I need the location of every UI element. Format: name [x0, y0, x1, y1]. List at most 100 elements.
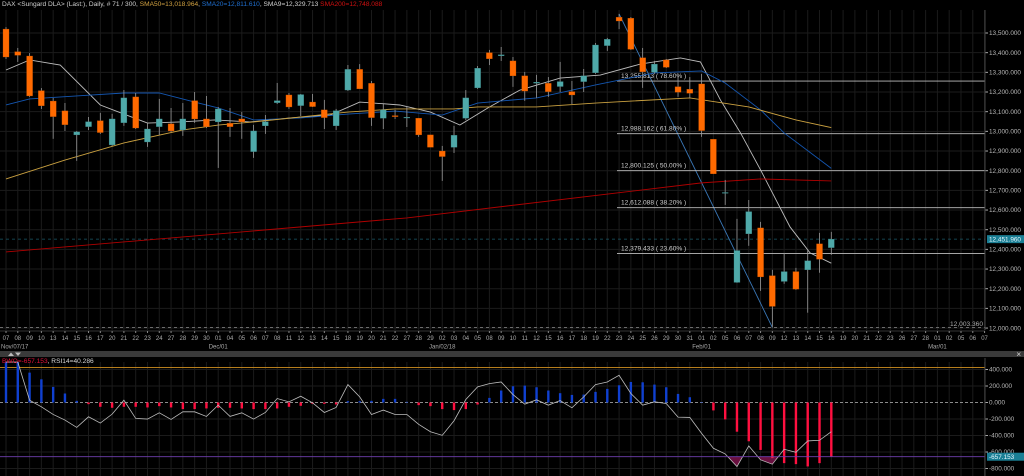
date-tick-label: 20 — [852, 336, 859, 342]
date-tick-label: 02 — [946, 336, 953, 342]
bwo-bar — [205, 402, 208, 409]
date-tick-label: 12 — [781, 336, 788, 342]
indicator-tick-label: -800.000 — [989, 466, 1015, 473]
bwo-bar — [228, 402, 232, 408]
bwo-bar — [794, 402, 798, 465]
candle-up — [651, 63, 658, 73]
date-tick-label: 07 — [3, 336, 10, 342]
bwo-bar — [523, 385, 526, 403]
indicator-axis[interactable]: 400.000200.0000.000-200.000-400.000-600.… — [984, 358, 1024, 476]
candle-up — [108, 118, 116, 146]
bwo-bar — [665, 387, 668, 403]
fibonacci-retracement[interactable]: 13,255.813 ( 78.60% ) 12,988.162 ( 61.80%… — [617, 13, 985, 328]
date-tick-label: 17 — [97, 336, 104, 342]
date-tick-label: 04 — [227, 336, 234, 342]
bwo-bar — [405, 401, 409, 403]
date-tick-label: 30 — [203, 336, 210, 342]
bwo-bar — [275, 402, 279, 409]
bwo-bar — [441, 402, 444, 410]
date-tick-label: 09 — [769, 336, 776, 342]
date-tick-label: 07 — [262, 336, 269, 342]
date-tick-label: 02 — [439, 336, 446, 342]
bwo-bar — [641, 382, 644, 403]
candle-down — [757, 227, 764, 278]
sma50-legend: SMA50=13,018.964 — [139, 1, 199, 8]
bwo-bar — [782, 402, 786, 464]
price-tick-label: 13,400.000 — [989, 50, 1021, 57]
date-tick-label: 06 — [250, 336, 257, 342]
date-tick-label: 22 — [132, 336, 139, 342]
bwo-bar — [193, 402, 196, 410]
pane-splitter[interactable] — [0, 351, 1024, 357]
candle-down — [627, 18, 635, 50]
bwo-bar — [370, 400, 373, 403]
candle-up — [533, 82, 540, 84]
date-tick-label: 19 — [356, 336, 363, 342]
date-tick-label: 23 — [144, 336, 151, 342]
candle-up — [144, 128, 151, 143]
candle-down — [486, 52, 493, 59]
candle-down — [203, 118, 210, 127]
date-tick-label: 28 — [922, 336, 929, 342]
candle-down — [427, 134, 434, 148]
date-tick-label: 22 — [875, 336, 882, 342]
candle-down — [191, 100, 198, 120]
bwo-bar — [146, 402, 149, 408]
candle-down — [415, 118, 422, 136]
candle-up — [262, 121, 269, 126]
sma200-legend: SMA200=12,748.088 — [320, 1, 383, 8]
month-label: Jan/02/18 — [429, 345, 456, 351]
date-tick-label: 27 — [404, 336, 411, 342]
chart-canvas[interactable]: 13,255.813 ( 78.60% ) 12,988.162 ( 61.80%… — [0, 0, 1024, 476]
price-tick-label: 12,900.000 — [989, 148, 1021, 155]
candle-up — [733, 250, 741, 283]
date-tick-label: 18 — [580, 336, 587, 342]
bwo-bar — [181, 402, 185, 410]
candle-up — [73, 131, 80, 136]
price-tick-label: 12,200.000 — [989, 286, 1021, 293]
fib-level-label: 12,988.162 ( 61.80% ) — [621, 126, 686, 133]
candle-up — [450, 135, 458, 148]
date-tick-label: 26 — [899, 336, 906, 342]
date-tick-label: 01 — [698, 336, 705, 342]
bwo-bar — [547, 390, 550, 403]
date-tick-label: 05 — [238, 336, 245, 342]
chart-header: DAX <Sungard DLA> (Last:), Daily, # 71 /… — [2, 1, 383, 8]
candle-down — [521, 75, 528, 92]
date-tick-label: 24 — [628, 336, 635, 342]
candle-up — [85, 121, 92, 127]
date-tick-label: 22 — [392, 336, 399, 342]
bwo-bar — [334, 402, 338, 405]
candle-down — [356, 69, 363, 90]
date-tick-label: 10 — [510, 336, 517, 342]
sma20-legend: SMA20=12,811.610 — [201, 1, 260, 8]
close-pane-icon[interactable]: ✕ — [1016, 352, 1021, 359]
candle-down — [309, 101, 316, 107]
bwo-bar — [759, 402, 762, 450]
date-tick-label: 28 — [180, 336, 187, 342]
date-tick-label: 15 — [73, 336, 80, 342]
candle-up — [462, 97, 469, 119]
candle-down — [238, 118, 245, 123]
bwo-bar — [464, 402, 468, 410]
candle-down — [226, 123, 234, 127]
date-tick-label: 25 — [639, 336, 646, 342]
date-axis[interactable]: 07 08 09 10 13 14 15 16 17 20 21 22 23 24 27 28 29 30 01 04… — [0, 330, 989, 351]
date-tick-label: 27 — [168, 336, 175, 342]
date-tick-label: 15 — [816, 336, 823, 342]
date-tick-label: 14 — [62, 336, 69, 342]
candle-up — [380, 109, 387, 119]
bwo-bar — [252, 402, 255, 410]
bwo-bar — [393, 398, 397, 403]
date-tick-label: 15 — [333, 336, 340, 342]
date-tick-label: 08 — [274, 336, 281, 342]
bwo-bar — [488, 397, 491, 403]
indicator-tick-label: 0.000 — [989, 400, 1005, 407]
bwo-bar — [735, 402, 739, 432]
bwo-bar — [476, 402, 479, 405]
candle-down — [285, 94, 293, 108]
bwo-bar — [499, 390, 503, 403]
bwo-bar — [606, 388, 609, 403]
date-tick-label: 21 — [380, 336, 387, 342]
bwo-bar — [382, 398, 385, 403]
